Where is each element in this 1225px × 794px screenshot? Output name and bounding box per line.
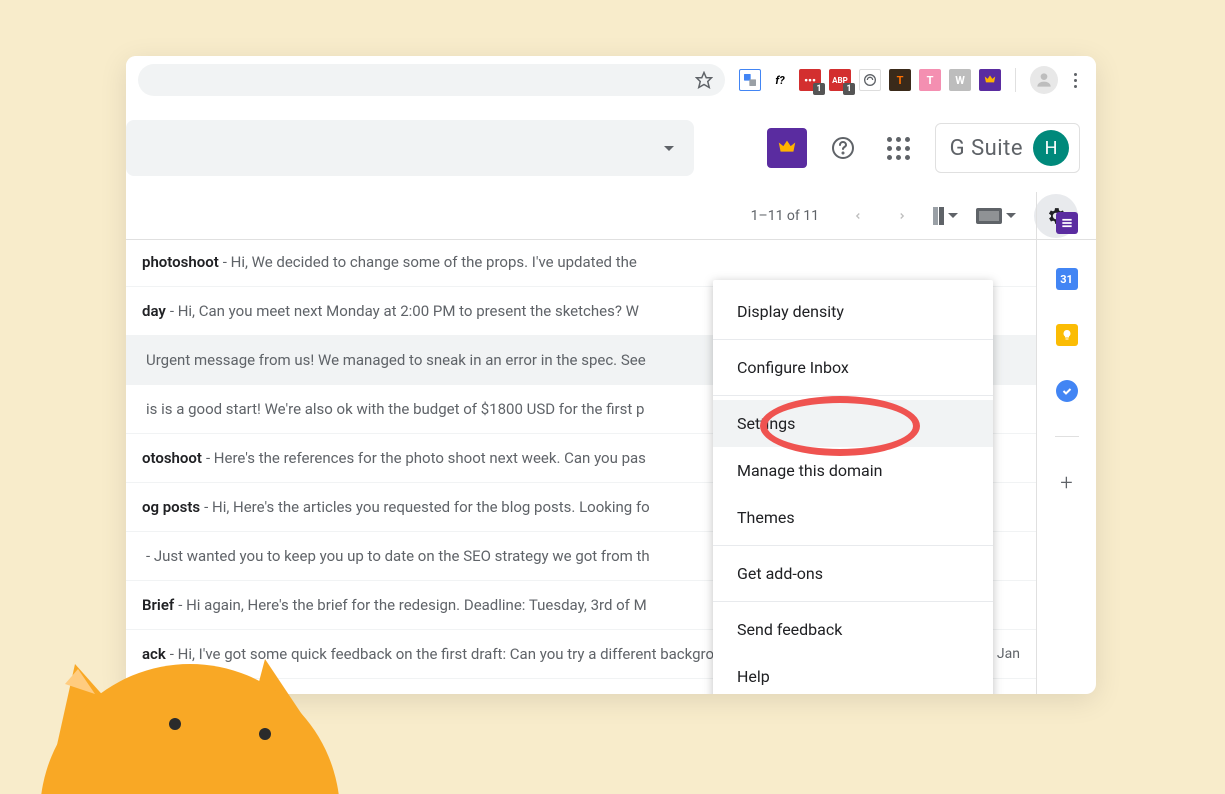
- split-pane-icon: [933, 207, 944, 225]
- gray-ext-icon[interactable]: W: [949, 69, 971, 91]
- omnibox[interactable]: [138, 64, 725, 96]
- tasks-app-icon[interactable]: [1056, 380, 1078, 402]
- support-button[interactable]: [823, 128, 863, 168]
- calendar-app-icon[interactable]: 31: [1056, 268, 1078, 290]
- pink-ext-icon[interactable]: T: [919, 69, 941, 91]
- gsuite-label: G Suite: [950, 136, 1023, 161]
- help-icon: [831, 136, 855, 160]
- caret-down-icon: [948, 213, 958, 218]
- decorative-cat: [40, 584, 360, 794]
- email-snippet: - Hi, We decided to change some of the p…: [223, 253, 637, 271]
- separator: [1015, 68, 1016, 92]
- menu-divider: [713, 545, 993, 546]
- chevron-right-icon: [897, 208, 907, 224]
- menu-item-get-add-ons[interactable]: Get add-ons: [713, 550, 993, 597]
- settings-dropdown-menu: Display density Configure Inbox SettingsMa…: [713, 280, 993, 694]
- keyboard-icon: [976, 208, 1002, 224]
- gsuite-account-box[interactable]: G Suite H: [935, 123, 1080, 173]
- menu-item-display-density[interactable]: Display density: [713, 288, 993, 335]
- caret-down-icon: [1006, 213, 1016, 218]
- email-snippet: - Hi, Can you meet next Monday at 2:00 P…: [170, 302, 639, 320]
- menu-item-manage-this-domain[interactable]: Manage this domain: [713, 447, 993, 494]
- red-ext-1-icon[interactable]: •••1: [799, 69, 821, 91]
- email-subject-fragment: otoshoot: [142, 449, 202, 467]
- browser-profile-avatar[interactable]: [1030, 66, 1058, 94]
- calendar-day-number: 31: [1060, 273, 1073, 286]
- side-app-1[interactable]: [1056, 212, 1078, 234]
- abp-ext-icon[interactable]: ABP1: [829, 69, 851, 91]
- dark-ext-icon[interactable]: T: [889, 69, 911, 91]
- email-subject-fragment: day: [142, 302, 166, 320]
- header-right: G Suite H: [767, 123, 1080, 173]
- email-snippet: Urgent message from us! We managed to sn…: [146, 351, 646, 369]
- email-snippet: - Just wanted you to keep you up to date…: [146, 547, 650, 565]
- menu-divider: [713, 339, 993, 340]
- split-pane-button[interactable]: [933, 207, 958, 225]
- crown-app-button[interactable]: [767, 128, 807, 168]
- avatar-letter: H: [1045, 138, 1058, 159]
- extension-row: f? •••1 ABP1 T T W: [739, 66, 1084, 94]
- email-snippet: - Here's the references for the photo sh…: [206, 449, 646, 467]
- email-snippet: - Hi, Here's the articles you requested …: [204, 498, 650, 516]
- account-avatar[interactable]: H: [1033, 130, 1069, 166]
- menu-item-themes[interactable]: Themes: [713, 494, 993, 541]
- inbox-toolbar: 1–11 of 11: [126, 192, 1096, 240]
- add-sidepanel-app-button[interactable]: +: [1060, 471, 1072, 496]
- menu-item-configure-inbox[interactable]: Configure Inbox: [713, 344, 993, 391]
- chevron-left-icon: [853, 208, 863, 224]
- side-panel: 31 +: [1036, 192, 1096, 694]
- browser-chrome: f? •••1 ABP1 T T W: [126, 56, 1096, 104]
- email-subject-fragment: og posts: [142, 498, 200, 516]
- menu-divider: [713, 601, 993, 602]
- app-header: G Suite H: [126, 104, 1096, 192]
- ghost-ext-icon[interactable]: [859, 69, 881, 91]
- keep-app-icon[interactable]: [1056, 324, 1078, 346]
- translate-ext-icon[interactable]: [739, 69, 761, 91]
- menu-divider: [713, 395, 993, 396]
- prev-page-button[interactable]: [845, 208, 871, 224]
- email-snippet: is is a good start! We're also ok with t…: [146, 400, 644, 418]
- search-options-caret-icon[interactable]: [664, 146, 674, 151]
- search-row: [126, 120, 717, 176]
- pagination-count: 1–11 of 11: [751, 208, 819, 224]
- apps-grid-icon: [887, 137, 910, 160]
- menu-item-help[interactable]: Help: [713, 653, 993, 694]
- next-page-button[interactable]: [889, 208, 915, 224]
- browser-menu-icon[interactable]: [1066, 73, 1084, 88]
- font-ext-icon[interactable]: f?: [769, 69, 791, 91]
- search-box[interactable]: [126, 120, 694, 176]
- menu-item-send-feedback[interactable]: Send feedback: [713, 606, 993, 653]
- apps-launcher-button[interactable]: [879, 128, 919, 168]
- side-divider: [1055, 436, 1079, 437]
- crown-ext-icon[interactable]: [979, 69, 1001, 91]
- email-subject-fragment: photoshoot: [142, 253, 219, 271]
- menu-item-settings[interactable]: Settings: [713, 400, 993, 447]
- star-icon[interactable]: [695, 71, 713, 89]
- input-tools-button[interactable]: [976, 208, 1016, 224]
